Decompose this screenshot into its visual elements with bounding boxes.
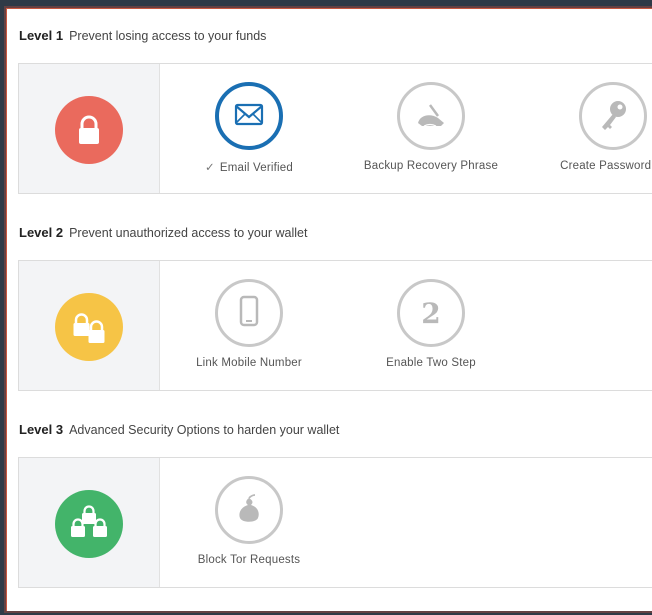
step-create-password-hint-label: Create Password Hi	[560, 160, 652, 172]
triple-lock-icon	[55, 490, 123, 558]
check-icon: ✓	[205, 162, 215, 174]
step-backup-recovery-phrase-label: Backup Recovery Phrase	[363, 160, 499, 172]
level-1-label: Level 1	[19, 28, 64, 43]
envelope-icon[interactable]	[215, 82, 283, 150]
key-icon[interactable]	[579, 82, 647, 150]
step-email-verified-label: ✓ Email Verified	[159, 160, 339, 174]
level-2-heading: Level 2 Prevent unauthorized access to yo…	[19, 225, 307, 240]
step-email-verified-text: Email Verified	[219, 162, 293, 174]
level-2-description: Prevent unauthorized access to your wall…	[69, 226, 308, 240]
level-3-lock-panel	[19, 458, 160, 587]
single-lock-icon	[55, 96, 123, 164]
level-1-lock-panel	[19, 64, 160, 193]
step-backup-recovery-phrase[interactable]: Backup Recovery Phrase	[341, 64, 521, 193]
step-create-password-hint[interactable]: Create Password Hi	[523, 64, 652, 193]
level-3-card: Block Tor Requests	[18, 457, 652, 588]
level-1-heading: Level 1 Prevent losing access to your fun…	[19, 28, 266, 43]
step-link-mobile-number-label: Link Mobile Number	[196, 357, 302, 369]
step-link-mobile-number[interactable]: Link Mobile Number	[159, 261, 339, 390]
level-1-card: ✓ Email Verified Backup Recovery Phrase	[18, 63, 652, 194]
number-two-icon[interactable]: 2	[397, 279, 465, 347]
level-3-label: Level 3	[19, 422, 64, 437]
level-2-lock-panel	[19, 261, 160, 390]
mobile-phone-icon[interactable]	[215, 279, 283, 347]
level-3-heading: Level 3 Advanced Security Options to hard…	[19, 422, 339, 437]
security-center-page: Level 1 Prevent losing access to your fun…	[6, 8, 652, 611]
level-1-description: Prevent losing access to your funds	[69, 29, 267, 43]
onion-icon[interactable]	[215, 476, 283, 544]
level-3-description: Advanced Security Options to harden your…	[69, 423, 340, 437]
ink-pen-icon[interactable]	[397, 82, 465, 150]
double-lock-icon	[55, 293, 123, 361]
level-2-label: Level 2	[19, 225, 64, 240]
svg-text:2: 2	[421, 297, 440, 330]
step-block-tor-requests[interactable]: Block Tor Requests	[159, 458, 339, 587]
step-block-tor-requests-label: Block Tor Requests	[197, 554, 301, 566]
step-email-verified[interactable]: ✓ Email Verified	[159, 64, 339, 193]
step-enable-two-step[interactable]: 2 Enable Two Step	[341, 261, 521, 390]
step-enable-two-step-label: Enable Two Step	[386, 357, 476, 369]
level-2-card: Link Mobile Number 2 Enable Two Step	[18, 260, 652, 391]
